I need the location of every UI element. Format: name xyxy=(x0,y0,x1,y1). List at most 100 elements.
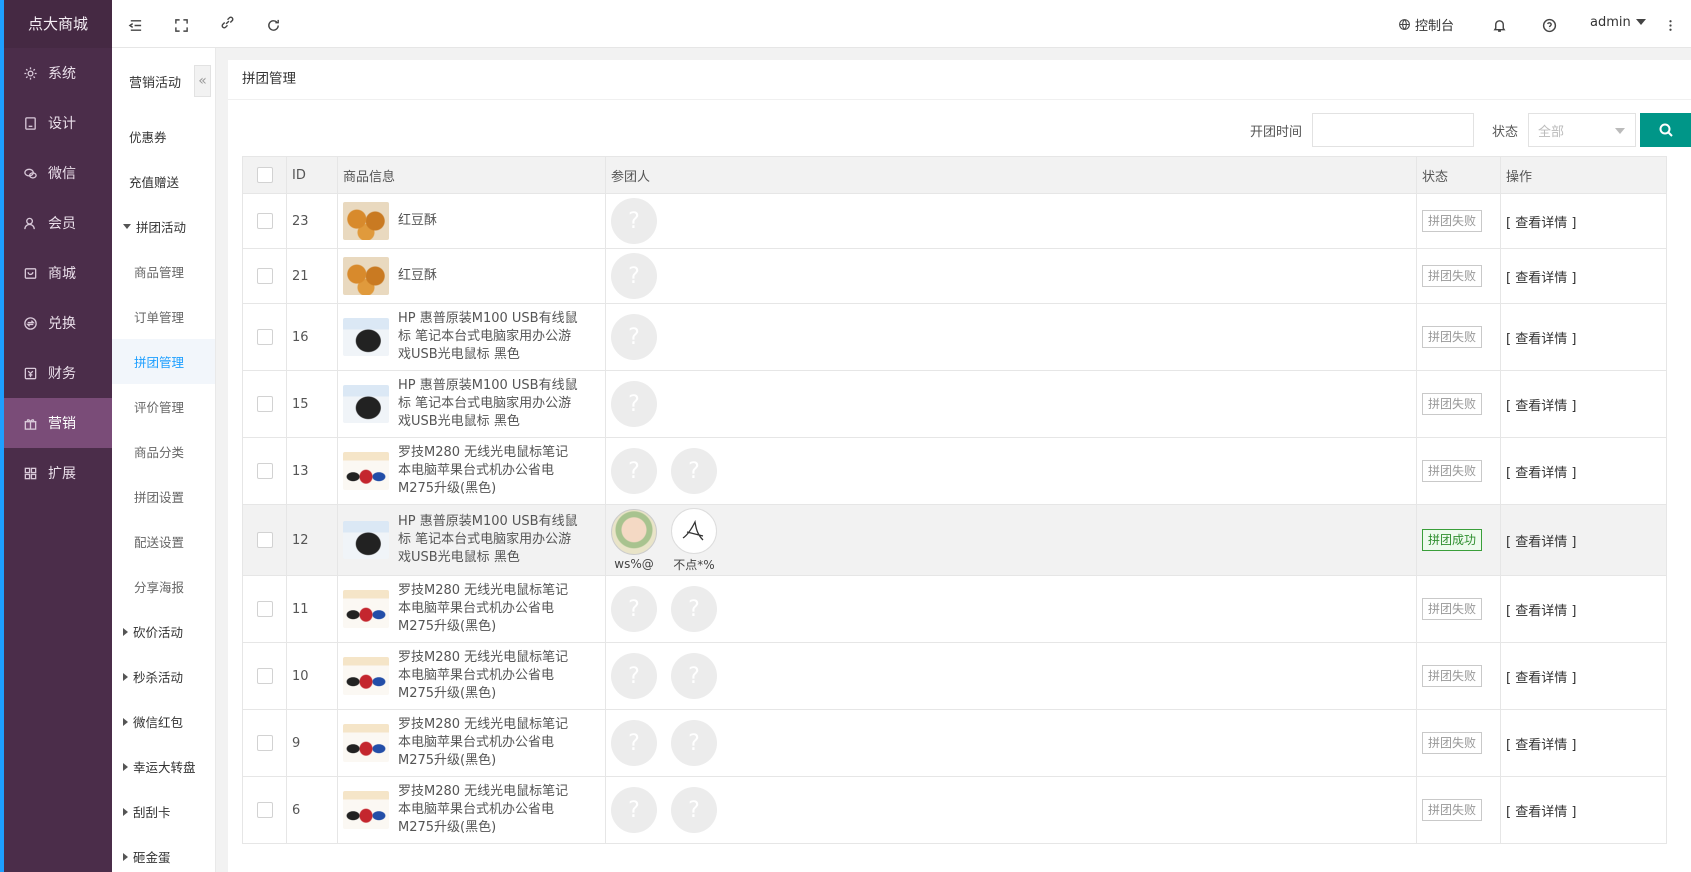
view-detail-link[interactable]: [ 查看详情 ] xyxy=(1506,271,1576,286)
subnav-item-12[interactable]: 秒杀活动 xyxy=(112,654,215,699)
row-checkbox[interactable] xyxy=(256,213,273,229)
subnav-item-15[interactable]: 刮刮卡 xyxy=(112,789,215,834)
menu-toggle-button[interactable] xyxy=(124,14,146,36)
fullscreen-button[interactable] xyxy=(170,14,192,36)
table-row[interactable]: 15 HP 惠普原装M100 USB有线鼠标 笔记本台式电脑家用办公游戏USB光电… xyxy=(242,370,1667,438)
placeholder-mark: ? xyxy=(628,324,640,350)
action-cell: [ 查看详情 ] xyxy=(1500,248,1667,304)
participant-name: ws%@ xyxy=(614,557,654,571)
row-checkbox[interactable] xyxy=(256,463,273,479)
status-cell: 拼团失败 xyxy=(1416,303,1501,371)
nav-item-7[interactable]: 营销 xyxy=(4,398,112,448)
view-detail-link[interactable]: [ 查看详情 ] xyxy=(1506,216,1576,231)
nav-item-label: 兑换 xyxy=(48,316,76,332)
subnav-item-10[interactable]: 分享海报 xyxy=(112,564,215,609)
nav-item-5[interactable]: 兑换 xyxy=(4,298,112,348)
refresh-button[interactable] xyxy=(262,14,284,36)
subnav-item-3[interactable]: 商品管理 xyxy=(112,249,215,294)
notification-button[interactable] xyxy=(1488,14,1510,36)
participant[interactable]: 不点*% xyxy=(671,507,717,573)
time-filter-input[interactable] xyxy=(1311,113,1474,147)
col-id: ID xyxy=(286,156,338,194)
placeholder-mark: ? xyxy=(688,458,700,484)
table-row[interactable]: 16 HP 惠普原装M100 USB有线鼠标 笔记本台式电脑家用办公游戏USB光电… xyxy=(242,303,1667,371)
subnav-item-13[interactable]: 微信红包 xyxy=(112,699,215,744)
nav-item-6[interactable]: 财务 xyxy=(4,348,112,398)
select-all-checkbox[interactable] xyxy=(256,167,273,183)
col-goods: 商品信息 xyxy=(337,156,606,194)
subnav-item-7[interactable]: 商品分类 xyxy=(112,429,215,474)
user-menu[interactable]: admin xyxy=(1590,0,1646,46)
row-checkbox[interactable] xyxy=(256,329,273,345)
status-select[interactable]: 全部 xyxy=(1528,113,1636,147)
row-select-cell xyxy=(242,504,287,576)
table-row[interactable]: 12 HP 惠普原装M100 USB有线鼠标 笔记本台式电脑家用办公游戏USB光电… xyxy=(242,504,1667,576)
goods-thumbnail xyxy=(343,385,389,423)
subnav-item-9[interactable]: 配送设置 xyxy=(112,519,215,564)
status-cell: 拼团失败 xyxy=(1416,575,1501,643)
table-row[interactable]: 9 罗技M280 无线光电鼠标笔记本电脑苹果台式机办公省电M275升级(黑色)??… xyxy=(242,709,1667,777)
subnav-item-5[interactable]: 拼团管理 xyxy=(112,339,215,384)
table-row[interactable]: 11 罗技M280 无线光电鼠标笔记本电脑苹果台式机办公省电M275升级(黑色)?… xyxy=(242,575,1667,643)
row-checkbox[interactable] xyxy=(256,668,273,684)
nav-item-3[interactable]: 会员 xyxy=(4,198,112,248)
row-id: 12 xyxy=(286,504,338,576)
nav-item-4[interactable]: 商城 xyxy=(4,248,112,298)
console-label: 控制台 xyxy=(1415,18,1455,34)
nav-item-1[interactable]: 设计 xyxy=(4,98,112,148)
exchange-icon xyxy=(22,315,38,331)
table-row[interactable]: 13 罗技M280 无线光电鼠标笔记本电脑苹果台式机办公省电M275升级(黑色)?… xyxy=(242,437,1667,505)
goods-cell: 罗技M280 无线光电鼠标笔记本电脑苹果台式机办公省电M275升级(黑色) xyxy=(337,709,606,777)
brand-logo[interactable]: 点大商城 xyxy=(4,0,112,48)
goods-cell: 罗技M280 无线光电鼠标笔记本电脑苹果台式机办公省电M275升级(黑色) xyxy=(337,776,606,844)
view-detail-link[interactable]: [ 查看详情 ] xyxy=(1506,671,1576,686)
action-cell: [ 查看详情 ] xyxy=(1500,504,1667,576)
row-checkbox[interactable] xyxy=(256,268,273,284)
row-checkbox[interactable] xyxy=(256,802,273,818)
view-detail-link[interactable]: [ 查看详情 ] xyxy=(1506,535,1576,550)
row-checkbox[interactable] xyxy=(256,532,273,548)
row-checkbox[interactable] xyxy=(256,396,273,412)
table-row[interactable]: 21 红豆酥? 拼团失败 [ 查看详情 ] xyxy=(242,248,1667,304)
console-link[interactable]: 控制台 xyxy=(1398,0,1454,48)
more-button[interactable] xyxy=(1659,14,1681,36)
table-row[interactable]: 23 红豆酥? 拼团失败 [ 查看详情 ] xyxy=(242,193,1667,249)
participant[interactable]: ws%@ xyxy=(611,509,657,571)
link-button[interactable] xyxy=(216,11,238,33)
search-button[interactable] xyxy=(1640,113,1691,147)
subnav-item-6[interactable]: 评价管理 xyxy=(112,384,215,429)
nav-item-0[interactable]: 系统 xyxy=(4,48,112,98)
placeholder-mark: ? xyxy=(628,391,640,417)
subnav-item-4[interactable]: 订单管理 xyxy=(112,294,215,339)
status-badge: 拼团失败 xyxy=(1422,732,1483,754)
view-detail-link[interactable]: [ 查看详情 ] xyxy=(1506,332,1576,347)
collapse-subnav-button[interactable]: « xyxy=(194,65,211,97)
status-badge: 拼团失败 xyxy=(1422,460,1483,482)
subnav-item-16[interactable]: 砸金蛋 xyxy=(112,834,215,872)
help-button[interactable] xyxy=(1538,14,1560,36)
avatar-placeholder: ? xyxy=(611,653,657,699)
placeholder-mark: ? xyxy=(688,730,700,756)
nav-item-2[interactable]: 微信 xyxy=(4,148,112,198)
subnav-item-11[interactable]: 砍价活动 xyxy=(112,609,215,654)
subnav-item-label: 商品分类 xyxy=(134,445,185,460)
app-root: 点大商城 系统 设计 微信 会员 商城兑换财务 营销 扩展 控制台 admin xyxy=(0,0,1691,872)
nav-item-8[interactable]: 扩展 xyxy=(4,448,112,498)
subnav-item-14[interactable]: 幸运大转盘 xyxy=(112,744,215,789)
view-detail-link[interactable]: [ 查看详情 ] xyxy=(1506,604,1576,619)
subnav-item-8[interactable]: 拼团设置 xyxy=(112,474,215,519)
status-badge: 拼团失败 xyxy=(1422,598,1483,620)
row-id: 9 xyxy=(286,709,338,777)
subnav-item-0[interactable]: 优惠券 xyxy=(112,114,215,159)
subnav-item-1[interactable]: 充值赠送 xyxy=(112,159,215,204)
view-detail-link[interactable]: [ 查看详情 ] xyxy=(1506,738,1576,753)
table-row[interactable]: 10 罗技M280 无线光电鼠标笔记本电脑苹果台式机办公省电M275升级(黑色)?… xyxy=(242,642,1667,710)
participants-cell: ?? xyxy=(605,642,1417,710)
table-row[interactable]: 6 罗技M280 无线光电鼠标笔记本电脑苹果台式机办公省电M275升级(黑色)??… xyxy=(242,776,1667,844)
subnav-item-2[interactable]: 拼团活动 xyxy=(112,204,215,249)
row-checkbox[interactable] xyxy=(256,601,273,617)
view-detail-link[interactable]: [ 查看详情 ] xyxy=(1506,805,1576,820)
view-detail-link[interactable]: [ 查看详情 ] xyxy=(1506,466,1576,481)
view-detail-link[interactable]: [ 查看详情 ] xyxy=(1506,399,1576,414)
row-checkbox[interactable] xyxy=(256,735,273,751)
